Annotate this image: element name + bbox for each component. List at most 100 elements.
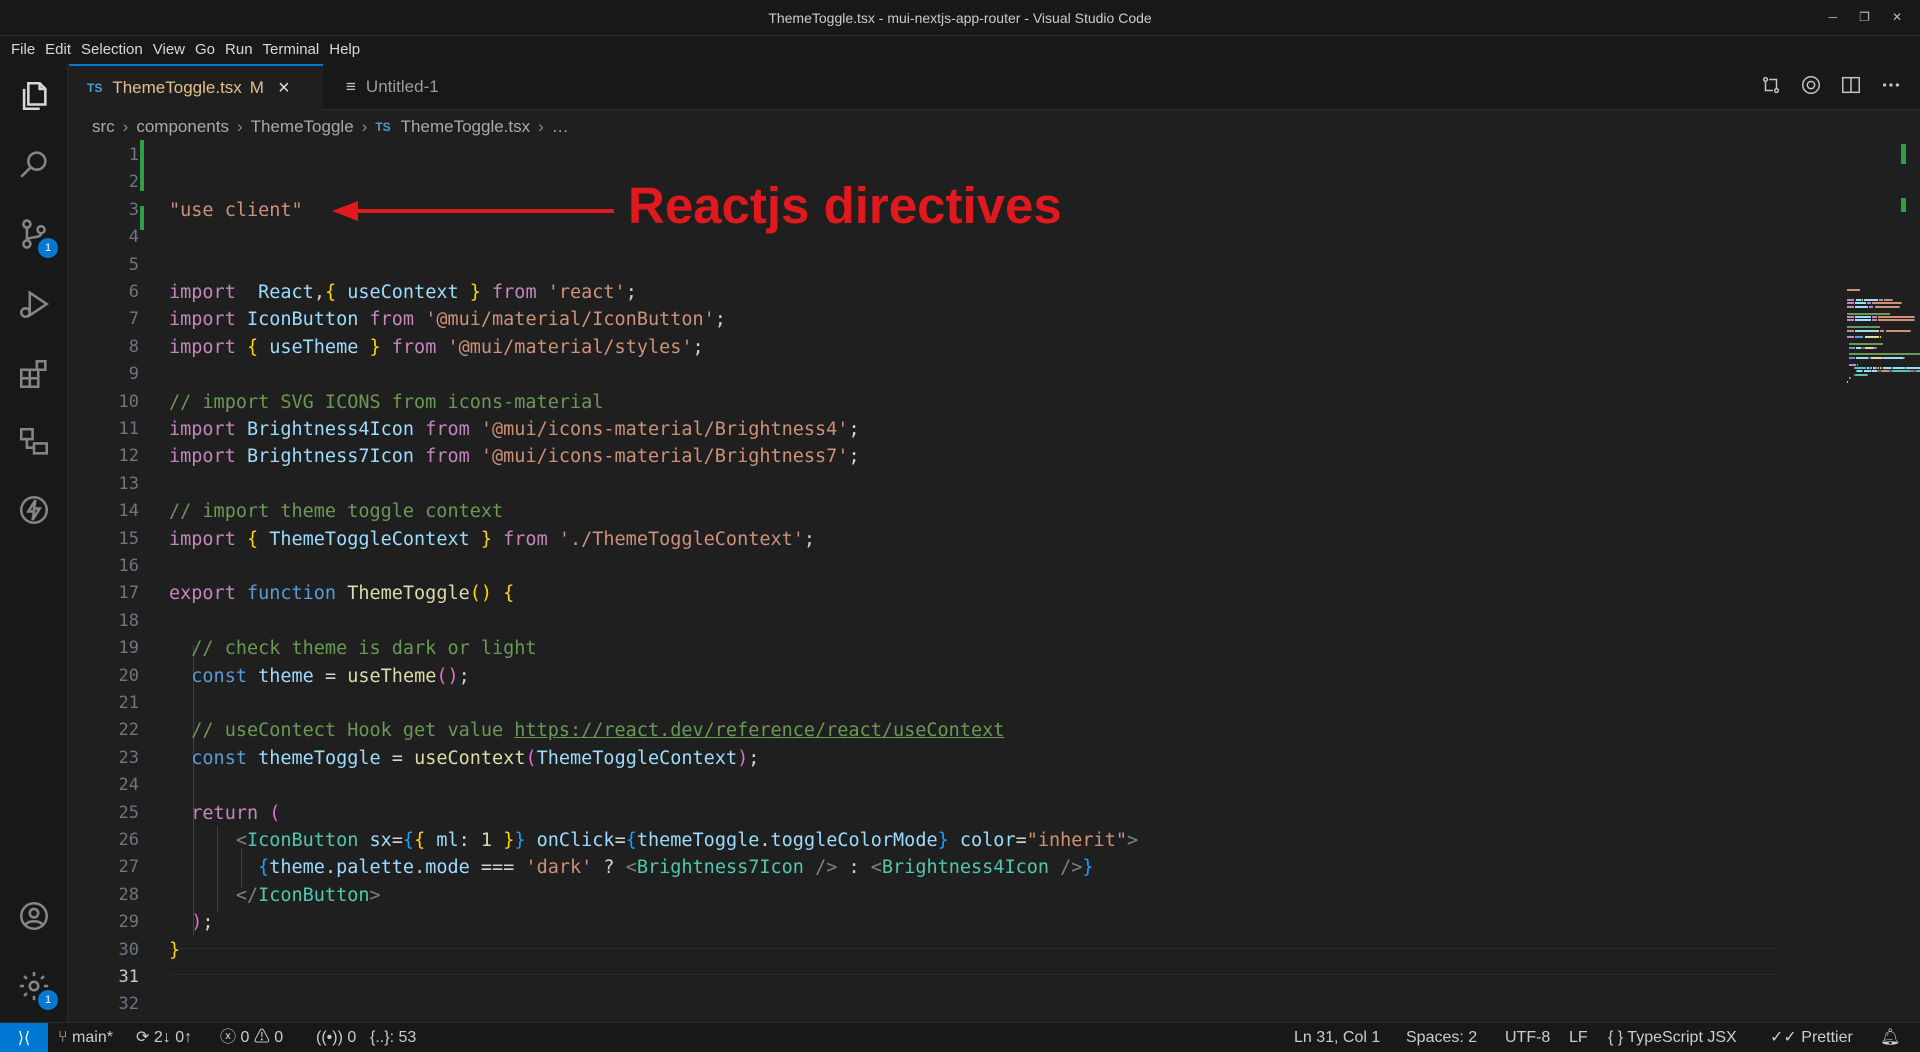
minimap-stroke xyxy=(1849,363,1856,366)
minimap-stroke xyxy=(1877,319,1915,322)
cursor-position[interactable]: Ln 31, Col 1 xyxy=(1294,1023,1380,1052)
copilot-chat-icon[interactable] xyxy=(1800,74,1822,101)
encoding-status[interactable]: UTF-8 xyxy=(1505,1023,1550,1052)
minimap-stroke xyxy=(1855,356,1868,359)
line-number: 26 xyxy=(118,830,139,850)
open-changes-icon[interactable] xyxy=(1760,74,1782,101)
tab-themetoggle-tsx[interactable]: TS ThemeToggle.tsx M × xyxy=(69,64,323,110)
minimap-stroke xyxy=(1866,305,1868,308)
language-status[interactable]: { } TypeScript JSX xyxy=(1608,1023,1737,1052)
typescript-file-icon: TS xyxy=(87,81,103,95)
outline-status[interactable]: {..}: 53 xyxy=(370,1023,416,1052)
explorer-icon[interactable] xyxy=(14,76,54,116)
annotation-arrow xyxy=(332,201,614,221)
code-link[interactable]: https://react.dev/reference/react/useCon… xyxy=(514,720,1004,741)
code-token: import xyxy=(169,419,236,440)
split-editor-icon[interactable] xyxy=(1840,74,1862,101)
notifications-bell-icon[interactable]: 🔔︎ xyxy=(1880,1023,1900,1052)
line-number: 18 xyxy=(118,610,139,631)
status-bar: ⟩⟨ ⑂ main* ⟳ 2↓ 0↑ ⓧ 0 ⚠ 0 ((•)) 0 {..}:… xyxy=(0,1022,1920,1052)
eol-status[interactable]: LF xyxy=(1569,1023,1588,1052)
code-token: ; xyxy=(202,912,214,934)
minimap-stroke xyxy=(1914,319,1916,322)
chevron-right-icon: › xyxy=(236,117,243,136)
search-icon[interactable] xyxy=(14,144,54,184)
minimap-stroke xyxy=(1847,302,1854,305)
minimap-stroke xyxy=(1893,367,1906,369)
remote-indicator-icon[interactable]: ⟩⟨ xyxy=(0,1023,48,1052)
close-window-icon[interactable]: ✕ xyxy=(1892,10,1902,24)
thunder-client-icon[interactable] xyxy=(14,490,54,530)
minimap-stroke xyxy=(1883,367,1891,369)
editor-actions xyxy=(1760,64,1902,110)
remote-explorer-icon[interactable] xyxy=(14,422,54,462)
menu-run[interactable]: Run xyxy=(220,36,258,64)
close-tab-icon[interactable]: × xyxy=(278,77,290,100)
breadcrumb-src[interactable]: src xyxy=(92,117,115,137)
breadcrumb-symbol[interactable]: … xyxy=(552,117,569,137)
tab-untitled-1[interactable]: ≡ Untitled-1 xyxy=(324,64,564,110)
sync-status[interactable]: ⟳ 2↓ 0↑ xyxy=(136,1023,192,1052)
line-number: 6 xyxy=(128,282,139,302)
indentation-status[interactable]: Spaces: 2 xyxy=(1406,1023,1477,1052)
menu-view[interactable]: View xyxy=(148,36,190,64)
line-number: 1 xyxy=(128,145,139,165)
title-bar: ThemeToggle.tsx - mui-nextjs-app-router … xyxy=(0,0,1920,36)
menu-selection[interactable]: Selection xyxy=(76,36,148,64)
menu-help[interactable]: Help xyxy=(324,36,365,64)
minimap-stroke xyxy=(1863,299,1877,301)
minimap-stroke xyxy=(1847,336,1854,339)
code-line: import IconButton from '@mui/material/Ic… xyxy=(169,306,726,333)
ports-status[interactable]: ((•)) 0 xyxy=(316,1023,356,1052)
code-editor[interactable]: 1 2 3 4 5 6 7 8 9 10 11 12 13 14 15 16 17 18 19 20 21 22 23 24 2… xyxy=(69,140,1920,1022)
code-line: </IconButton> xyxy=(169,882,381,909)
code-token: = xyxy=(380,747,415,769)
minimap-stroke xyxy=(1847,380,1849,383)
menu-file[interactable]: File xyxy=(6,36,40,64)
minimap-stroke xyxy=(1885,329,1910,332)
activity-bar: 1 1 xyxy=(0,64,68,1022)
code-token: mode xyxy=(425,857,470,879)
minimap-stroke xyxy=(1847,329,1854,332)
minimap-stroke xyxy=(1881,367,1883,369)
minimap-stroke xyxy=(1898,305,1900,308)
menu-terminal[interactable]: Terminal xyxy=(258,36,325,64)
more-actions-icon[interactable] xyxy=(1880,74,1902,101)
minimap-stroke xyxy=(1847,316,1854,318)
minimap[interactable] xyxy=(1847,282,1920,402)
minimap-stroke xyxy=(1856,363,1858,366)
minimap-stroke xyxy=(1847,299,1854,301)
branch-status[interactable]: ⑂ main* xyxy=(58,1023,113,1052)
code-token: IconButton xyxy=(246,830,359,851)
line-number: 31 xyxy=(118,967,139,987)
minimap-stroke xyxy=(1847,326,1880,329)
line-number: 20 xyxy=(118,665,139,686)
code-token: palette xyxy=(336,857,415,879)
breadcrumb-components[interactable]: components xyxy=(136,117,229,137)
account-icon[interactable] xyxy=(14,896,54,936)
code-token: } xyxy=(514,830,526,851)
line-number: 11 xyxy=(118,419,139,439)
settings-gear-icon[interactable]: 1 xyxy=(14,966,58,1010)
code-token: { xyxy=(503,583,515,605)
breadcrumb-themetoggle[interactable]: ThemeToggle xyxy=(251,117,354,137)
code-token: '@mui/material/styles' xyxy=(447,336,693,358)
menu-edit[interactable]: Edit xyxy=(40,36,76,64)
run-debug-icon[interactable] xyxy=(14,284,54,324)
restore-icon[interactable]: ❐ xyxy=(1859,10,1870,24)
prettier-status[interactable]: ✓✓ Prettier xyxy=(1770,1023,1853,1052)
source-control-icon[interactable]: 1 xyxy=(14,214,58,258)
error-icon: ⓧ xyxy=(220,1029,241,1046)
line-number: 30 xyxy=(118,939,139,960)
breadcrumb-file[interactable]: ThemeToggle.tsx xyxy=(401,117,530,137)
problems-status[interactable]: ⓧ 0 ⚠ 0 xyxy=(220,1023,283,1052)
extensions-icon[interactable] xyxy=(14,354,54,394)
minimize-icon[interactable]: ─ xyxy=(1829,10,1838,24)
code-token: </ xyxy=(235,884,259,906)
menu-go[interactable]: Go xyxy=(190,36,220,64)
